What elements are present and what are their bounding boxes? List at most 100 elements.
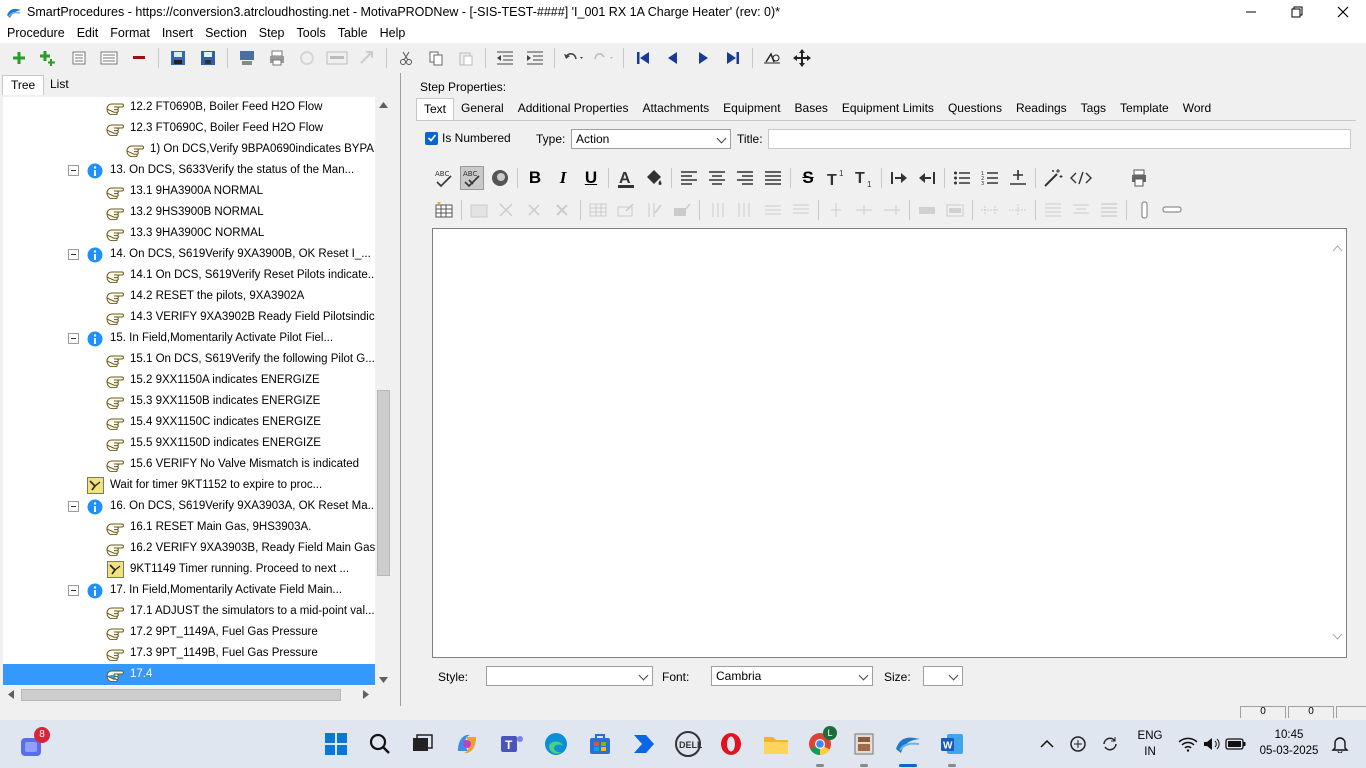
collapse-toggle[interactable] xyxy=(68,333,79,344)
size-select[interactable] xyxy=(923,666,963,686)
tab-bases[interactable]: Bases xyxy=(788,98,835,120)
align-center-icon[interactable] xyxy=(705,166,729,190)
tree-item[interactable]: 13.1 9HA3900A NORMAL xyxy=(3,181,375,202)
last-step-icon[interactable] xyxy=(722,47,744,69)
tab-list[interactable]: List xyxy=(42,75,77,95)
justify-icon[interactable] xyxy=(761,166,785,190)
undo-icon[interactable] xyxy=(563,47,585,69)
cut-table-icon[interactable] xyxy=(495,198,519,222)
link-icon[interactable] xyxy=(356,47,378,69)
html-source-icon[interactable] xyxy=(1069,166,1093,190)
align-bottom-icon[interactable] xyxy=(1097,198,1121,222)
font-color-icon[interactable]: A xyxy=(614,166,638,190)
align-right-icon[interactable] xyxy=(733,166,757,190)
merge-cells-icon[interactable] xyxy=(915,198,939,222)
decrease-indent-icon[interactable] xyxy=(915,166,939,190)
remote-app-icon[interactable] xyxy=(849,729,879,759)
word-icon[interactable]: W xyxy=(937,729,967,759)
tree-item[interactable]: 13. On DCS, S633Verify the status of the… xyxy=(3,160,375,181)
tree-horizontal-scrollbar[interactable] xyxy=(3,686,375,703)
subscript-icon[interactable]: T1 xyxy=(852,166,876,190)
split-vertical-icon[interactable] xyxy=(1006,198,1030,222)
tab-equipment[interactable]: Equipment xyxy=(716,98,787,120)
insert-row-above-icon[interactable] xyxy=(761,198,785,222)
collapse-toggle[interactable] xyxy=(68,585,79,596)
tab-template[interactable]: Template xyxy=(1113,98,1176,120)
insert-table-icon[interactable] xyxy=(432,198,456,222)
task-view-icon[interactable] xyxy=(408,729,438,759)
collapse-toggle[interactable] xyxy=(68,249,79,260)
add-step-icon[interactable] xyxy=(8,47,30,69)
menu-format[interactable]: Format xyxy=(103,26,155,40)
battery-icon[interactable] xyxy=(1224,729,1248,759)
chevron-up-icon[interactable] xyxy=(1035,729,1059,759)
insert-column-right-icon[interactable] xyxy=(733,198,757,222)
list-icon[interactable] xyxy=(68,47,90,69)
insert-column-left-icon[interactable] xyxy=(705,198,729,222)
sync-icon[interactable] xyxy=(1098,729,1122,759)
menu-edit[interactable]: Edit xyxy=(70,26,104,40)
dell-icon[interactable]: DELL xyxy=(673,729,703,759)
align-top-icon[interactable] xyxy=(1041,198,1065,222)
tree-item[interactable]: 16.1 RESET Main Gas, 9HS3903A. xyxy=(3,517,375,538)
copilot-icon[interactable] xyxy=(452,729,482,759)
type-select[interactable]: Action xyxy=(571,129,731,149)
split-cell-icon[interactable] xyxy=(880,198,904,222)
tree-item[interactable]: 15. In Field,Momentarily Activate Pilot … xyxy=(3,328,375,349)
spellcheck-icon[interactable]: ABC xyxy=(432,166,456,190)
align-middle-icon[interactable] xyxy=(1069,198,1093,222)
minimize-button[interactable] xyxy=(1228,0,1274,23)
first-step-icon[interactable] xyxy=(632,47,654,69)
tree-item[interactable]: 1) On DCS,Verify 9BPA0690indicates BYPA.… xyxy=(3,139,375,160)
tree-item[interactable]: 13.2 9HS3900B NORMAL xyxy=(3,202,375,223)
increase-indent-icon[interactable] xyxy=(887,166,911,190)
highlight-icon[interactable] xyxy=(488,166,512,190)
tree-item[interactable]: 14.1 On DCS, S619Verify Reset Pilots ind… xyxy=(3,265,375,286)
delete-icon[interactable] xyxy=(128,47,150,69)
tab-general[interactable]: General xyxy=(454,98,511,120)
tree-item[interactable]: 15.4 9XX1150C indicates ENERGIZE xyxy=(3,412,375,433)
publish-icon[interactable] xyxy=(236,47,258,69)
paste-icon[interactable] xyxy=(455,47,477,69)
collapse-toggle[interactable] xyxy=(68,501,79,512)
widgets-icon[interactable]: 8 xyxy=(18,727,50,759)
previous-step-icon[interactable] xyxy=(662,47,684,69)
refresh-icon[interactable] xyxy=(296,47,318,69)
font-select[interactable]: Cambria xyxy=(711,666,873,686)
chrome-icon[interactable]: L xyxy=(805,726,837,759)
redo-icon[interactable] xyxy=(593,47,615,69)
tree-item[interactable]: 17.2 9PT_1149A, Fuel Gas Pressure xyxy=(3,622,375,643)
language-line-1[interactable]: ENG xyxy=(1134,730,1166,742)
cut-icon[interactable] xyxy=(395,47,417,69)
tab-attachments[interactable]: Attachments xyxy=(635,98,716,120)
insert-horizontal-line-icon[interactable] xyxy=(1006,166,1030,190)
clock-date[interactable]: 05-03-2025 xyxy=(1256,745,1322,757)
opera-icon[interactable] xyxy=(716,729,746,759)
tree-item[interactable]: 17. In Field,Momentarily Activate Field … xyxy=(3,580,375,601)
tree-vertical-scroll-thumb[interactable] xyxy=(377,390,390,576)
section-list-icon[interactable] xyxy=(98,47,120,69)
vertical-bar-icon[interactable] xyxy=(1132,198,1156,222)
volume-icon[interactable] xyxy=(1200,729,1224,759)
move-icon[interactable] xyxy=(791,47,813,69)
add-substep-icon[interactable] xyxy=(38,47,60,69)
tree-item[interactable]: 12.3 FT0690C, Boiler Feed H2O Flow xyxy=(3,118,375,139)
start-icon[interactable] xyxy=(321,729,351,759)
bullet-list-icon[interactable] xyxy=(950,166,974,190)
outdent-icon[interactable] xyxy=(494,47,516,69)
align-left-icon[interactable] xyxy=(677,166,701,190)
menu-tools[interactable]: Tools xyxy=(290,26,331,40)
menu-insert[interactable]: Insert xyxy=(155,26,198,40)
magic-wand-icon[interactable] xyxy=(1041,166,1065,190)
is-numbered-checkbox[interactable]: Is Numbered xyxy=(425,131,511,145)
title-input[interactable] xyxy=(768,129,1351,149)
edit-column-icon[interactable] xyxy=(642,198,666,222)
save-icon[interactable] xyxy=(197,47,219,69)
collapse-toggle[interactable] xyxy=(68,165,79,176)
delete-column-icon[interactable] xyxy=(824,198,848,222)
menu-procedure[interactable]: Procedure xyxy=(0,26,70,40)
tree-item[interactable]: 16.2 VERIFY 9XA3903B, Ready Field Main G… xyxy=(3,538,375,559)
merge-down-icon[interactable] xyxy=(943,198,967,222)
superscript-icon[interactable]: T1 xyxy=(824,166,848,190)
menu-help[interactable]: Help xyxy=(373,26,411,40)
